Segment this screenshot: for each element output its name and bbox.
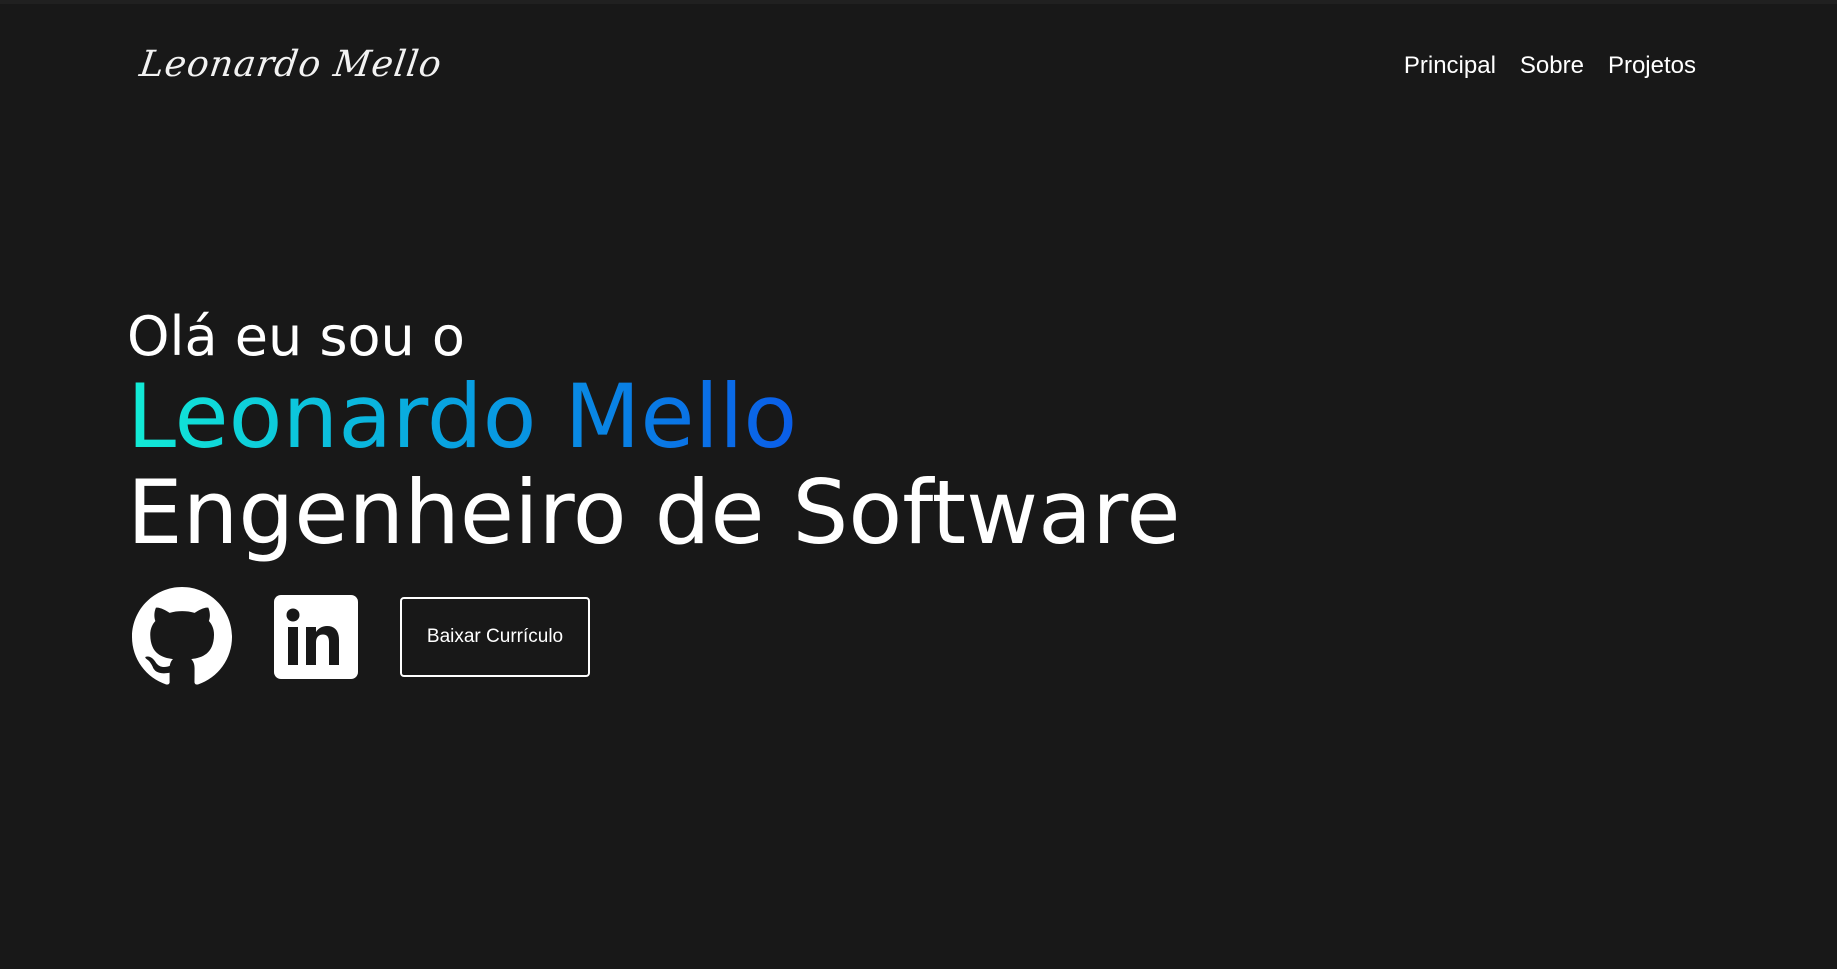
site-logo[interactable]: Leonardo Mello <box>137 44 445 85</box>
hero-section: Olá eu sou o Leonardo Mello Engenheiro d… <box>127 305 1180 561</box>
hero-role: Engenheiro de Software <box>127 461 1181 564</box>
nav-link-sobre[interactable]: Sobre <box>1520 52 1584 80</box>
linkedin-icon[interactable] <box>274 595 358 679</box>
page: Leonardo Mello Principal Sobre Projetos … <box>0 0 1837 969</box>
top-divider <box>0 0 1837 4</box>
hero-name: Leonardo Mello <box>127 365 798 468</box>
hero-greeting: Olá eu sou o <box>127 305 465 368</box>
nav-link-projetos[interactable]: Projetos <box>1608 52 1696 80</box>
github-icon[interactable] <box>132 587 232 687</box>
linkedin-icon-svg <box>274 595 358 679</box>
download-resume-button[interactable]: Baixar Currículo <box>400 597 590 677</box>
hero-actions: Baixar Currículo <box>132 587 590 687</box>
github-icon-svg <box>132 587 232 685</box>
main-nav: Principal Sobre Projetos <box>1404 52 1696 80</box>
nav-link-principal[interactable]: Principal <box>1404 52 1496 80</box>
